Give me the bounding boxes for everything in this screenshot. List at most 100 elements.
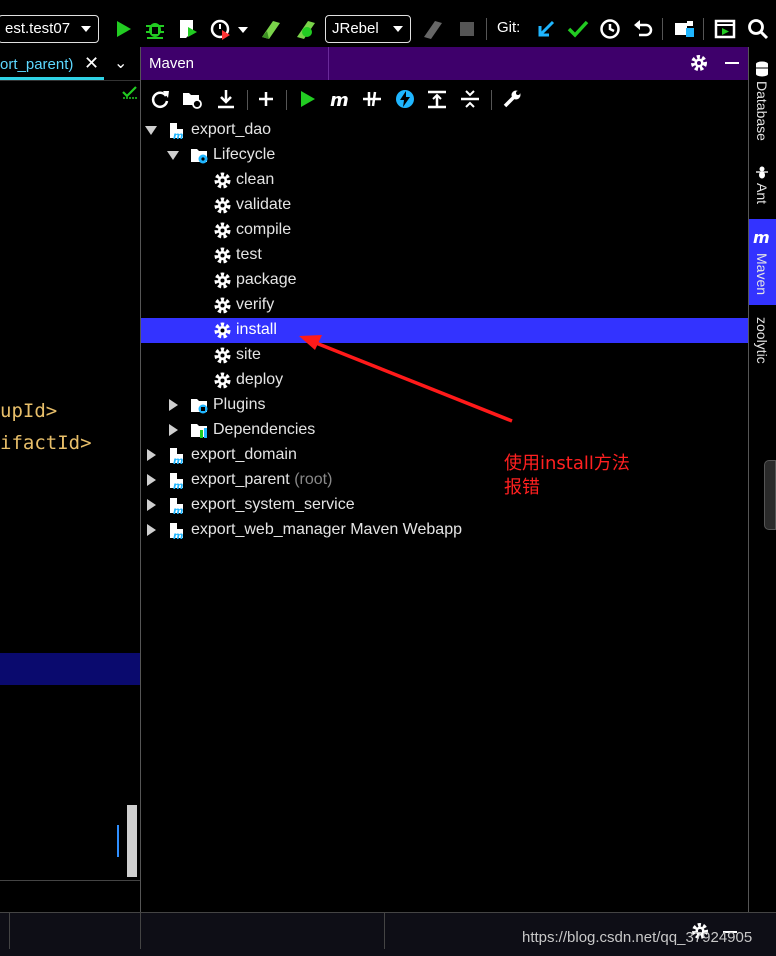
database-icon <box>756 61 768 77</box>
tree-node-export-dao[interactable]: m export_dao <box>141 118 748 143</box>
tree-node-label: install <box>236 321 277 338</box>
collapse-all-icon[interactable] <box>459 88 481 110</box>
rollback-icon[interactable] <box>631 17 655 41</box>
tree-node-export-parent[interactable]: m export_parent (root) <box>141 468 748 493</box>
toggle-offline-icon[interactable] <box>361 88 383 110</box>
download-icon[interactable] <box>215 88 237 110</box>
gear-icon <box>213 196 232 215</box>
git-commit-icon[interactable] <box>566 17 590 41</box>
tree-node-label: verify <box>236 296 275 313</box>
memory-indicator[interactable] <box>764 460 776 530</box>
lifecycle-goal-test[interactable]: test <box>141 243 748 268</box>
expanded-arrow-icon[interactable] <box>167 151 179 160</box>
history-icon[interactable] <box>598 17 622 41</box>
git-update-icon[interactable] <box>534 17 558 41</box>
collapsed-arrow-icon[interactable] <box>147 474 156 486</box>
side-tab-database[interactable]: Database <box>749 55 776 147</box>
maven-module-icon: m <box>170 473 183 490</box>
search-icon[interactable] <box>746 17 770 41</box>
run-config-selector[interactable]: est.test07 <box>0 15 99 43</box>
tree-node-plugins[interactable]: Plugins <box>141 393 748 418</box>
wrench-icon[interactable] <box>501 88 523 110</box>
lifecycle-goal-compile[interactable]: compile <box>141 218 748 243</box>
svg-text:m: m <box>173 131 183 140</box>
tree-node-label: deploy <box>236 371 284 388</box>
collapsed-arrow-icon[interactable] <box>147 524 156 536</box>
editor-scrollbar[interactable] <box>127 805 137 877</box>
jrebel-debug-icon[interactable] <box>294 17 318 41</box>
close-icon[interactable]: ✕ <box>84 53 99 74</box>
collapsed-arrow-icon[interactable] <box>147 449 156 461</box>
divider <box>9 913 10 949</box>
lifecycle-goal-deploy[interactable]: deploy <box>141 368 748 393</box>
tree-node-label: export_domain <box>191 446 297 463</box>
side-tab-maven[interactable]: m Maven <box>749 219 776 305</box>
minimize-icon[interactable] <box>725 62 739 64</box>
gear-icon <box>213 246 232 265</box>
toolbar-separator <box>491 90 492 110</box>
side-tab-label: Database <box>754 81 770 141</box>
collapsed-arrow-icon[interactable] <box>169 424 178 436</box>
run-config-label: est.test07 <box>5 20 71 37</box>
jrebel-selector[interactable]: JRebel <box>325 15 411 43</box>
lifecycle-goal-validate[interactable]: validate <box>141 193 748 218</box>
toolbar-separator <box>703 18 704 40</box>
tree-node-label: export_dao <box>191 121 272 138</box>
tree-node-label: test <box>236 246 262 263</box>
tree-node-label: export_system_service <box>191 496 355 513</box>
side-tab-label: zoolytic <box>754 317 770 364</box>
lifecycle-goal-site[interactable]: site <box>141 343 748 368</box>
side-tab-zoolytic[interactable]: zoolytic <box>749 313 776 385</box>
collapsed-arrow-icon[interactable] <box>147 499 156 511</box>
tree-node-dependencies[interactable]: Dependencies <box>141 418 748 443</box>
tree-node-export-domain[interactable]: m export_domain <box>141 443 748 468</box>
gear-icon[interactable] <box>689 53 709 73</box>
divider <box>384 913 385 949</box>
maven-module-icon: m <box>170 523 183 540</box>
add-icon[interactable] <box>255 88 277 110</box>
project-structure-icon[interactable] <box>672 17 696 41</box>
profile-icon[interactable] <box>209 17 233 41</box>
show-dependencies-icon[interactable] <box>426 88 448 110</box>
gear-icon <box>213 221 232 240</box>
side-tab-label: Ant <box>754 183 770 205</box>
lifecycle-goal-install[interactable]: install <box>141 318 748 343</box>
tree-node-label: Dependencies <box>213 421 316 438</box>
tree-node-export-system-service[interactable]: m export_system_service <box>141 493 748 518</box>
chevron-down-icon[interactable] <box>238 27 248 33</box>
skip-tests-icon[interactable] <box>394 88 416 110</box>
editor-tab-label: ort_parent) <box>0 56 74 73</box>
tree-node-export-web-manager[interactable]: m export_web_manager Maven Webapp <box>141 518 748 543</box>
gear-icon <box>213 371 232 390</box>
code-editor[interactable]: ort_parent) ✕ ⌄ upId> ifactId> <box>0 47 140 912</box>
status-bar: https://blog.csdn.net/qq_37924905 <box>0 912 776 956</box>
coverage-icon[interactable] <box>176 17 200 41</box>
chevron-down-icon[interactable]: ⌄ <box>114 53 127 72</box>
toolbar-separator <box>286 90 287 110</box>
jrebel-run-icon[interactable] <box>259 17 283 41</box>
run-icon[interactable] <box>296 88 318 110</box>
expanded-arrow-icon[interactable] <box>145 126 157 135</box>
attach-icon[interactable] <box>421 17 445 41</box>
inspection-ok-icon[interactable] <box>122 85 138 99</box>
run-icon[interactable] <box>111 17 135 41</box>
svg-text:m: m <box>173 456 183 465</box>
lifecycle-goal-verify[interactable]: verify <box>141 293 748 318</box>
editor-tab[interactable]: ort_parent) ✕ ⌄ <box>0 49 140 80</box>
tree-node-lifecycle[interactable]: Lifecycle <box>141 143 748 168</box>
gear-icon <box>213 346 232 365</box>
tree-node-label: site <box>236 346 261 363</box>
generate-sources-icon[interactable] <box>181 88 203 110</box>
maven-toolbar: m <box>141 80 748 116</box>
lifecycle-goal-package[interactable]: package <box>141 268 748 293</box>
presentation-icon[interactable] <box>713 17 737 41</box>
reload-icon[interactable] <box>149 88 171 110</box>
lifecycle-goal-clean[interactable]: clean <box>141 168 748 193</box>
side-tab-ant[interactable]: Ant <box>749 159 776 217</box>
gear-icon <box>213 296 232 315</box>
debug-icon[interactable] <box>143 17 167 41</box>
stop-icon[interactable] <box>455 17 479 41</box>
collapsed-arrow-icon[interactable] <box>169 399 178 411</box>
maven-goal-icon[interactable]: m <box>329 88 351 110</box>
gear-icon <box>213 321 232 340</box>
